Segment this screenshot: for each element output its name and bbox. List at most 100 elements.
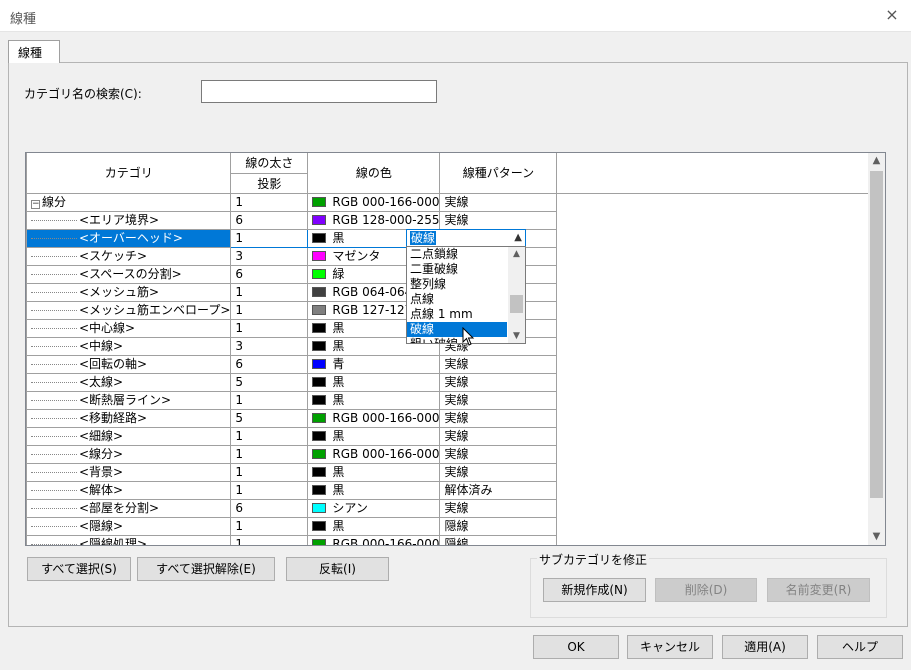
apply-button[interactable]: 適用(A) xyxy=(722,635,808,659)
help-button[interactable]: ヘルプ xyxy=(817,635,903,659)
table-row[interactable]: <断熱層ライン> 1 黒 実線 xyxy=(26,390,886,410)
header-line-pattern[interactable]: 線種パターン xyxy=(439,153,558,194)
color-cell[interactable]: 黒 xyxy=(307,462,441,482)
weight-cell[interactable]: 5 xyxy=(230,372,309,392)
dropdown-scroll-down-icon[interactable]: ▼ xyxy=(508,329,525,343)
scroll-down-icon[interactable]: ▼ xyxy=(868,529,885,545)
table-row[interactable]: <移動経路> 5 RGB 000-166-000 実線 xyxy=(26,408,886,428)
weight-cell[interactable]: 1 xyxy=(230,228,309,248)
category-cell[interactable]: <背景> xyxy=(26,462,232,482)
tab-line-styles[interactable]: 線種 xyxy=(8,40,60,63)
table-row[interactable]: <エリア境界> 6 RGB 128-000-255 実線 xyxy=(26,210,886,230)
weight-cell[interactable]: 1 xyxy=(230,480,309,500)
category-cell[interactable]: <隠線> xyxy=(26,516,232,536)
category-cell[interactable]: <スケッチ> xyxy=(26,246,232,266)
category-cell[interactable]: <断熱層ライン> xyxy=(26,390,232,410)
table-row[interactable]: <細線> 1 黒 実線 xyxy=(26,426,886,446)
dropdown-option[interactable]: 整列線 xyxy=(407,277,507,292)
weight-cell[interactable]: 1 xyxy=(230,318,309,338)
category-cell[interactable]: <中線> xyxy=(26,336,232,356)
category-cell[interactable]: <移動経路> xyxy=(26,408,232,428)
header-category[interactable]: カテゴリ xyxy=(26,153,232,194)
new-button[interactable]: 新規作成(N) xyxy=(543,578,646,602)
table-row[interactable]: <背景> 1 黒 実線 xyxy=(26,462,886,482)
grid-scrollbar[interactable]: ▲ ▼ xyxy=(868,153,885,545)
pattern-cell[interactable]: 実線 xyxy=(439,426,558,446)
category-cell[interactable]: <メッシュ筋エンベロープ> xyxy=(26,300,232,320)
color-cell[interactable]: RGB 000-166-000 xyxy=(307,444,441,464)
category-cell[interactable]: <中心線> xyxy=(26,318,232,338)
category-cell[interactable]: <解体> xyxy=(26,480,232,500)
weight-cell[interactable]: 1 xyxy=(230,192,309,212)
category-cell[interactable]: <エリア境界> xyxy=(26,210,232,230)
weight-cell[interactable]: 6 xyxy=(230,354,309,374)
weight-cell[interactable]: 5 xyxy=(230,408,309,428)
pattern-cell[interactable]: 実線 xyxy=(439,444,558,464)
close-icon[interactable]: × xyxy=(881,4,903,26)
dropdown-option[interactable]: 点線 xyxy=(407,292,507,307)
color-cell[interactable]: RGB 128-000-255 xyxy=(307,210,441,230)
weight-cell[interactable]: 1 xyxy=(230,390,309,410)
table-row[interactable]: <隠線処理> 1 RGB 000-166-000 隠線 xyxy=(26,534,886,545)
table-row[interactable]: <解体> 1 黒 解体済み xyxy=(26,480,886,500)
weight-cell[interactable]: 1 xyxy=(230,516,309,536)
table-row[interactable]: <線分> 1 RGB 000-166-000 実線 xyxy=(26,444,886,464)
search-input[interactable] xyxy=(201,80,437,103)
table-row[interactable]: <隠線> 1 黒 隠線 xyxy=(26,516,886,536)
table-row-root[interactable]: − 線分 1 RGB 000-166-000 実線 xyxy=(26,192,886,212)
weight-cell[interactable]: 1 xyxy=(230,462,309,482)
invert-button[interactable]: 反転(I) xyxy=(286,557,389,581)
select-all-button[interactable]: すべて選択(S) xyxy=(27,557,131,581)
pattern-combo[interactable]: 破線 ▲ xyxy=(406,229,526,247)
deselect-all-button[interactable]: すべて選択解除(E) xyxy=(137,557,275,581)
color-cell[interactable]: 黒 xyxy=(307,426,441,446)
dropdown-scrollbar[interactable]: ▲ ▼ xyxy=(508,247,525,343)
color-cell[interactable]: 黒 xyxy=(307,480,441,500)
color-cell[interactable]: 青 xyxy=(307,354,441,374)
weight-cell[interactable]: 3 xyxy=(230,336,309,356)
pattern-cell[interactable]: 実線 xyxy=(439,372,558,392)
category-cell[interactable]: <オーバーヘッド> xyxy=(26,228,232,248)
color-cell[interactable]: 黒 xyxy=(307,516,441,536)
weight-cell[interactable]: 1 xyxy=(230,282,309,302)
table-row[interactable]: <太線> 5 黒 実線 xyxy=(26,372,886,392)
pattern-cell[interactable]: 解体済み xyxy=(439,480,558,500)
pattern-cell[interactable]: 実線 xyxy=(439,354,558,374)
pattern-cell[interactable]: 実線 xyxy=(439,192,558,212)
dropdown-option[interactable]: 二点鎖線 xyxy=(407,247,507,262)
ok-button[interactable]: OK xyxy=(533,635,619,659)
category-cell[interactable]: <メッシュ筋> xyxy=(26,282,232,302)
pattern-cell[interactable]: 実線 xyxy=(439,498,558,518)
category-cell[interactable]: <スペースの分割> xyxy=(26,264,232,284)
chevron-up-icon[interactable]: ▲ xyxy=(514,230,522,246)
pattern-cell[interactable]: 実線 xyxy=(439,462,558,482)
header-projection[interactable]: 投影 xyxy=(230,173,309,194)
weight-cell[interactable]: 1 xyxy=(230,300,309,320)
dropdown-scroll-thumb[interactable] xyxy=(510,295,523,313)
category-cell[interactable]: <細線> xyxy=(26,426,232,446)
pattern-cell[interactable]: 隠線 xyxy=(439,534,558,545)
weight-cell[interactable]: 6 xyxy=(230,498,309,518)
color-cell[interactable]: RGB 000-166-000 xyxy=(307,534,441,545)
weight-cell[interactable]: 6 xyxy=(230,264,309,284)
color-cell[interactable]: 黒 xyxy=(307,390,441,410)
category-cell[interactable]: − 線分 xyxy=(26,192,232,212)
color-cell[interactable]: 黒 xyxy=(307,372,441,392)
scroll-up-icon[interactable]: ▲ xyxy=(868,153,885,169)
category-cell[interactable]: <隠線処理> xyxy=(26,534,232,545)
pattern-cell[interactable]: 実線 xyxy=(439,408,558,428)
category-cell[interactable]: <部屋を分割> xyxy=(26,498,232,518)
weight-cell[interactable]: 1 xyxy=(230,426,309,446)
collapse-icon[interactable]: − xyxy=(31,199,40,209)
dropdown-option[interactable]: 破線 xyxy=(407,322,507,337)
category-cell[interactable]: <線分> xyxy=(26,444,232,464)
dropdown-option[interactable]: 粗い破線 xyxy=(407,337,507,343)
dropdown-scroll-up-icon[interactable]: ▲ xyxy=(508,247,525,261)
table-row[interactable]: <部屋を分割> 6 シアン 実線 xyxy=(26,498,886,518)
category-cell[interactable]: <太線> xyxy=(26,372,232,392)
pattern-cell[interactable]: 実線 xyxy=(439,210,558,230)
dropdown-option[interactable]: 点線 1 mm xyxy=(407,307,507,322)
pattern-cell[interactable]: 実線 xyxy=(439,390,558,410)
weight-cell[interactable]: 3 xyxy=(230,246,309,266)
color-cell[interactable]: RGB 000-166-000 xyxy=(307,192,441,212)
